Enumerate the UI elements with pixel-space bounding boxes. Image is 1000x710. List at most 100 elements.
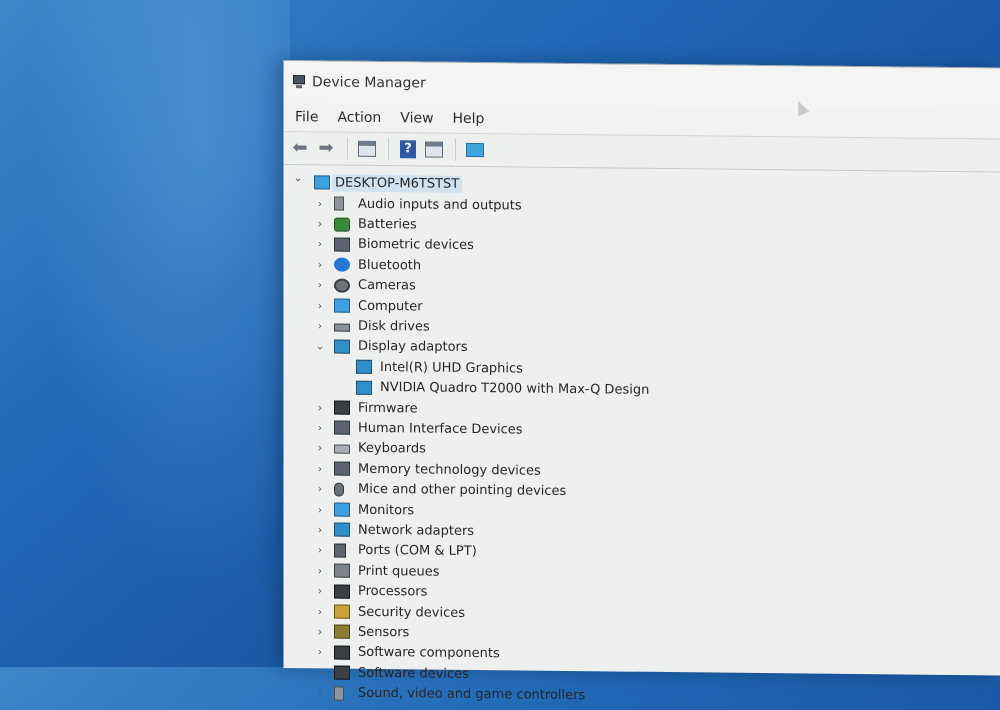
software-component-icon xyxy=(334,645,350,660)
tree-category-label: Security devices xyxy=(358,604,465,621)
tree-category-label: Audio inputs and outputs xyxy=(358,196,522,214)
disk-drive-icon xyxy=(334,323,350,332)
menu-view[interactable]: View xyxy=(400,110,433,126)
printer-icon xyxy=(334,563,350,578)
security-icon xyxy=(334,604,350,619)
tree-category-label: Disk drives xyxy=(358,318,430,335)
chevron-right-icon[interactable]: › xyxy=(314,584,326,597)
chevron-right-icon[interactable]: › xyxy=(314,605,326,618)
device-manager-window: Device Manager File Action View Help ⬅ ➡… xyxy=(283,60,1000,703)
title-bar[interactable]: Device Manager xyxy=(284,61,1000,117)
chevron-right-icon[interactable]: › xyxy=(314,503,326,516)
help-button[interactable]: ? xyxy=(397,138,419,160)
tree-category-label: Firmware xyxy=(358,400,418,417)
tree-category-label: Sound, video and game controllers xyxy=(358,685,586,704)
chevron-right-icon[interactable]: › xyxy=(314,401,326,414)
forward-button[interactable]: ➡ xyxy=(315,137,337,159)
port-icon xyxy=(334,543,346,558)
chevron-right-icon[interactable]: › xyxy=(314,523,326,536)
biometric-icon xyxy=(334,237,350,252)
tree-category-label: Processors xyxy=(358,583,428,600)
chevron-right-icon[interactable]: › xyxy=(314,279,326,292)
tree-category-label: Bluetooth xyxy=(358,257,422,274)
computer-root-icon xyxy=(314,175,330,190)
speaker-icon xyxy=(334,196,344,211)
chevron-right-icon[interactable]: › xyxy=(314,319,326,332)
keyboard-icon xyxy=(334,444,350,455)
toolbar-separator xyxy=(455,138,456,161)
tree-category-label: Ports (COM & LPT) xyxy=(358,543,477,560)
toolbar-separator xyxy=(388,138,389,161)
chevron-right-icon[interactable]: › xyxy=(314,238,326,251)
tree-device-label: NVIDIA Quadro T2000 with Max-Q Design xyxy=(380,380,650,399)
chevron-right-icon[interactable]: › xyxy=(314,686,326,699)
arrow-right-icon: ➡ xyxy=(318,137,334,159)
bluetooth-icon xyxy=(334,257,350,273)
tree-root-label: DESKTOP-M6TSTST xyxy=(332,174,463,193)
back-button[interactable]: ⬅ xyxy=(289,137,311,159)
display-adapter-icon xyxy=(356,380,372,395)
menu-file[interactable]: File xyxy=(295,109,318,125)
tree-category-label: Display adaptors xyxy=(358,339,468,356)
hid-icon xyxy=(334,421,350,436)
mouse-icon xyxy=(334,482,344,497)
display-adapter-icon xyxy=(356,360,372,375)
scan-hardware-button[interactable] xyxy=(464,139,486,161)
toolbar-separator xyxy=(347,137,348,160)
properties-button[interactable] xyxy=(356,138,378,160)
chevron-right-icon[interactable]: › xyxy=(314,299,326,312)
update-driver-icon xyxy=(425,141,443,158)
monitor-icon xyxy=(334,502,350,517)
tree-category-label: Cameras xyxy=(358,278,416,294)
chevron-right-icon[interactable]: › xyxy=(314,625,326,638)
chevron-right-icon[interactable]: › xyxy=(314,646,326,659)
tree-category-label: Software devices xyxy=(358,665,469,682)
arrow-left-icon: ⬅ xyxy=(292,137,308,159)
chevron-right-icon[interactable]: › xyxy=(314,421,326,434)
memory-icon xyxy=(334,461,350,476)
properties-icon xyxy=(358,140,376,157)
camera-icon xyxy=(334,278,350,293)
tree-device-label: Intel(R) UHD Graphics xyxy=(380,359,523,377)
sensor-icon xyxy=(334,624,350,640)
firmware-icon xyxy=(334,400,350,415)
update-driver-button[interactable] xyxy=(423,138,445,160)
display-adapter-icon xyxy=(334,339,350,354)
network-adapter-icon xyxy=(334,522,350,538)
device-tree: ⌄ DESKTOP-M6TSTST › Audio inputs and output… xyxy=(284,165,1000,710)
chevron-right-icon[interactable]: › xyxy=(314,442,326,455)
tree-category-label: Human Interface Devices xyxy=(358,420,523,438)
tree-category-label: Mice and other pointing devices xyxy=(358,481,567,500)
desktop-background xyxy=(0,0,290,667)
chevron-right-icon[interactable]: › xyxy=(314,197,326,210)
chevron-right-icon[interactable]: › xyxy=(314,258,326,271)
window-title: Device Manager xyxy=(312,74,426,92)
tree-category-label: Monitors xyxy=(358,502,415,518)
chevron-right-icon[interactable]: › xyxy=(314,482,326,496)
software-device-icon xyxy=(334,665,350,680)
tree-category-label: Sensors xyxy=(358,624,410,641)
chevron-right-icon[interactable]: › xyxy=(314,544,326,557)
chevron-right-icon[interactable]: › xyxy=(314,217,326,230)
scan-hardware-icon xyxy=(466,142,484,158)
chevron-down-icon[interactable]: ⌄ xyxy=(314,340,326,353)
tree-category-label: Network adapters xyxy=(358,522,475,539)
chevron-right-icon[interactable]: › xyxy=(314,666,326,679)
battery-icon xyxy=(334,217,350,232)
tree-category-label: Computer xyxy=(358,298,423,315)
chevron-down-icon[interactable]: ⌄ xyxy=(292,171,304,184)
menu-help[interactable]: Help xyxy=(453,111,485,127)
tree-category-label: Memory technology devices xyxy=(358,461,541,479)
menu-action[interactable]: Action xyxy=(337,110,381,126)
device-manager-icon xyxy=(292,75,306,89)
chevron-right-icon[interactable]: › xyxy=(314,564,326,577)
sound-icon xyxy=(334,686,344,701)
tree-category-label: Keyboards xyxy=(358,441,426,457)
chevron-right-icon[interactable]: › xyxy=(314,462,326,475)
tree-category-label: Batteries xyxy=(358,216,417,233)
help-icon: ? xyxy=(400,140,416,159)
processor-icon xyxy=(334,584,350,599)
tree-category-label: Software components xyxy=(358,645,500,662)
computer-icon xyxy=(334,298,350,313)
tree-category-label: Print queues xyxy=(358,563,440,580)
